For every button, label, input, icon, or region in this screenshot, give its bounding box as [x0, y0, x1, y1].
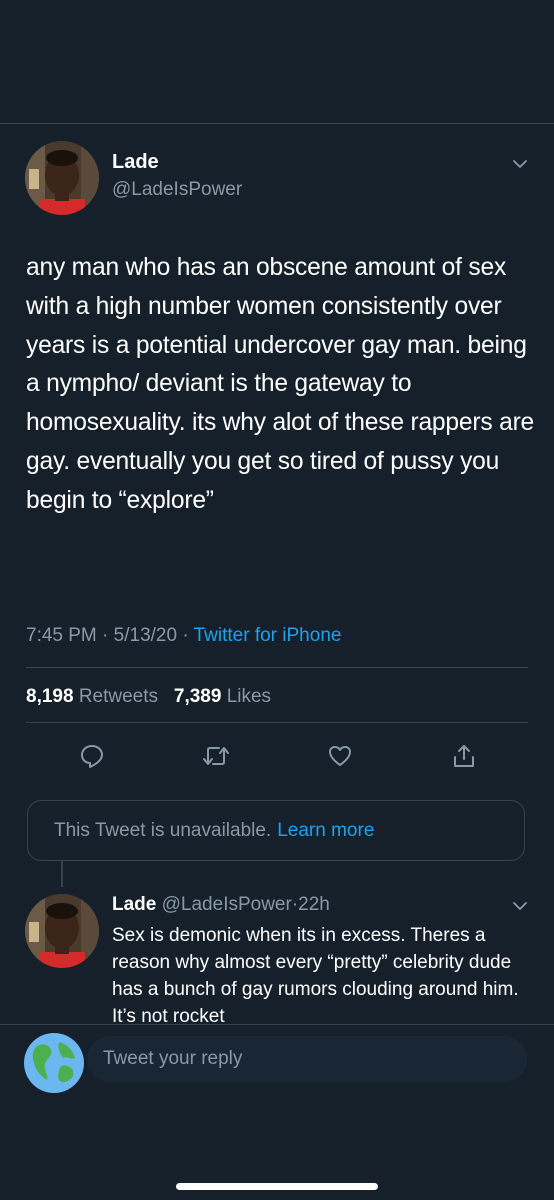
share-icon	[454, 745, 474, 767]
tweet-text: any man who has an obscene amount of sex…	[26, 254, 535, 514]
stats-top-divider	[26, 667, 528, 668]
tweet-source-link[interactable]: Twitter for iPhone	[194, 625, 342, 646]
likes-count: 7,389	[173, 686, 222, 707]
likes-stat[interactable]: 7,389 Likes	[174, 686, 271, 707]
unavailable-tweet-notice: This Tweet is unavailable. Learn more	[27, 800, 525, 861]
reply-text: Sex is demonic when its in excess. There…	[112, 925, 519, 1024]
reply-author-handle[interactable]: @LadeIsPower	[162, 894, 292, 915]
meta-separator: ·	[182, 625, 194, 646]
reply-tweet[interactable]: Lade @LadeIsPower·22h Sex is demonic whe…	[0, 888, 554, 1024]
stats-bottom-divider	[26, 722, 528, 723]
home-indicator[interactable]	[176, 1183, 378, 1190]
reply-header: Lade @LadeIsPower·22h	[112, 894, 330, 916]
comment-icon	[81, 745, 103, 768]
top-blank-area	[0, 0, 554, 123]
unavailable-text: This Tweet is unavailable.	[54, 819, 272, 841]
top-divider	[0, 123, 554, 124]
reply-composer-bar	[0, 1024, 554, 1200]
heart-icon	[329, 746, 351, 766]
chevron-down-icon[interactable]	[512, 156, 528, 172]
thread-line	[61, 861, 63, 887]
author-handle[interactable]: @LadeIsPower	[112, 179, 242, 201]
like-button[interactable]	[326, 742, 354, 770]
share-button[interactable]	[450, 742, 478, 770]
reply-button[interactable]	[78, 742, 106, 770]
tweet-time: 7:45 PM	[26, 625, 97, 646]
author-name[interactable]: Lade	[112, 151, 159, 174]
meta-separator: ·	[102, 625, 114, 646]
tweet-meta: 7:45 PM · 5/13/20 · Twitter for iPhone	[26, 625, 341, 647]
reply-time-ago: 22h	[298, 894, 330, 915]
retweet-icon	[203, 747, 229, 765]
retweet-button[interactable]	[202, 742, 230, 770]
tweet-stats: 8,198 Retweets 7,389 Likes	[26, 686, 271, 708]
reply-input[interactable]	[87, 1036, 527, 1082]
retweets-count: 8,198	[26, 686, 74, 707]
globe-avatar-icon[interactable]	[23, 1032, 85, 1094]
chevron-down-icon[interactable]	[512, 898, 528, 914]
retweets-stat[interactable]: 8,198 Retweets	[26, 686, 158, 707]
reply-author-avatar[interactable]	[25, 894, 99, 968]
author-avatar[interactable]	[25, 141, 99, 215]
tweet-date: 5/13/20	[113, 625, 178, 646]
reply-author-name[interactable]: Lade	[112, 894, 156, 915]
learn-more-link[interactable]: Learn more	[277, 820, 374, 842]
retweets-label: Retweets	[78, 686, 159, 707]
reply-bar-divider	[0, 1024, 554, 1025]
likes-label: Likes	[226, 686, 272, 707]
